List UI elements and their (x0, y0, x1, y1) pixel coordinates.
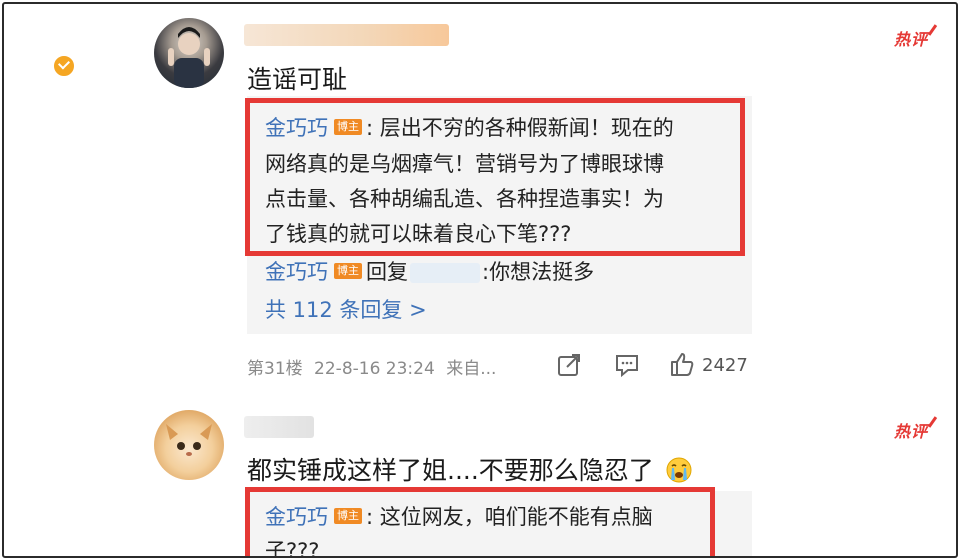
reply-author-link[interactable]: 金巧巧 (265, 260, 328, 284)
reply-text: :你想法挺多 (482, 260, 595, 284)
source-text: 来自... (446, 359, 497, 379)
timestamp: 22-8-16 23:24 (314, 359, 435, 379)
comment-text: 造谣可耻 (247, 65, 348, 94)
hot-comment-label: 热评 (894, 418, 928, 442)
comment-text-content: 都实锤成这样了姐....不要那么隐忍了 (247, 456, 654, 485)
avatar[interactable] (154, 410, 224, 480)
more-replies-link[interactable]: 共 112 条回复 > (265, 294, 427, 327)
comment-item: 热评 都实锤成这样了姐....不要那么隐忍了 金巧巧 博主: 这位网友，咱们能不能… (4, 394, 956, 556)
comment-meta: 第31楼 22-8-16 23:24 来自... (247, 354, 496, 379)
avatar-person-icon (168, 27, 210, 88)
floor-number: 第31楼 (247, 359, 303, 379)
second-reply: 金巧巧 博主 回复 :你想法挺多 (265, 256, 594, 289)
highlight-box (245, 487, 715, 556)
crying-emoji-icon (666, 457, 692, 483)
share-icon[interactable] (556, 352, 582, 378)
avatar-cat-icon (166, 424, 212, 456)
blogger-tag: 博主 (334, 263, 362, 279)
blurred-reply-target (410, 263, 480, 283)
comment-text: 都实锤成这样了姐....不要那么隐忍了 (247, 451, 693, 487)
comment-icon[interactable] (614, 352, 640, 378)
verified-badge-icon (52, 54, 76, 78)
blurred-username (244, 416, 314, 438)
screenshot-frame: 热评 造谣可耻 金巧巧 博主: 层出不穷的各种假新闻！现在的 网络真的是乌烟瘴气！… (2, 2, 958, 558)
comment-item: 热评 造谣可耻 金巧巧 博主: 层出不穷的各种假新闻！现在的 网络真的是乌烟瘴气！… (4, 4, 956, 394)
avatar[interactable] (154, 18, 224, 88)
reply-prefix: 回复 (366, 260, 408, 284)
like-count: 2427 (702, 355, 748, 376)
highlight-box (245, 98, 745, 256)
like-icon[interactable] (669, 351, 695, 377)
hot-comment-label: 热评 (894, 26, 928, 50)
blurred-username (244, 24, 449, 46)
